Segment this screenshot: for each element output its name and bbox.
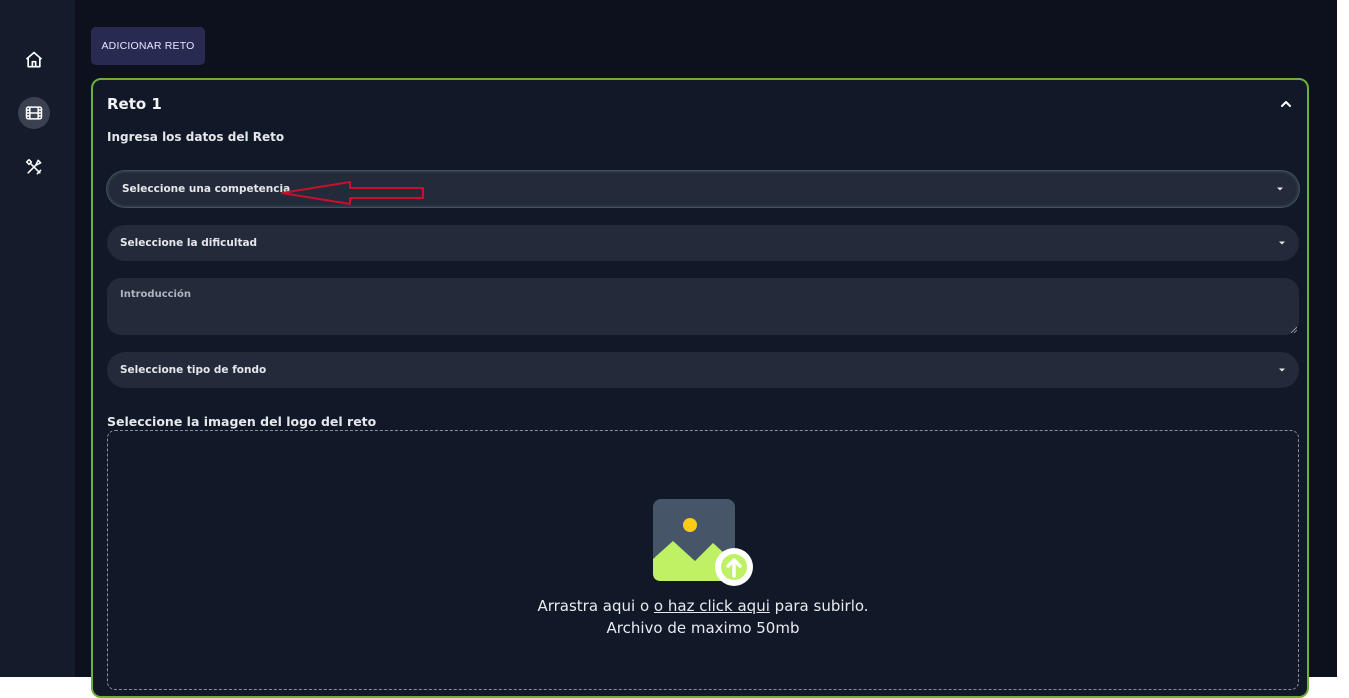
sidebar-item-tools[interactable] [18, 151, 50, 183]
difficulty-select-label: Seleccione la dificultad [120, 237, 258, 249]
difficulty-select[interactable]: Seleccione la dificultad [107, 225, 1299, 261]
resize-handle-icon[interactable] [1291, 327, 1297, 333]
logo-dropzone[interactable]: Arrastra aqui o o haz click aqui para su… [107, 430, 1299, 690]
dropzone-text-before: Arrastra aqui o [537, 597, 650, 615]
background-type-select-label: Seleccione tipo de fondo [120, 364, 267, 376]
app-window: ADICIONAR RETO Reto 1 Ingresa los datos … [0, 0, 1337, 698]
background-type-select[interactable]: Seleccione tipo de fondo [107, 352, 1299, 388]
caret-down-icon [1277, 187, 1283, 191]
intro-textarea[interactable]: Introducción [107, 278, 1299, 335]
dropzone-text: Arrastra aqui o o haz click aqui para su… [108, 595, 1298, 639]
intro-placeholder: Introducción [120, 289, 191, 300]
challenge-title: Reto 1 [107, 95, 162, 113]
dropzone-size-limit: Archivo de maximo 50mb [606, 619, 800, 637]
home-icon [25, 51, 43, 68]
challenge-card: Reto 1 Ingresa los datos del Reto Selecc… [91, 78, 1309, 698]
dropzone-browse-link[interactable]: o haz click aqui [654, 597, 770, 615]
dropzone-text-after: para subirlo. [774, 597, 869, 615]
image-upload-icon [653, 499, 753, 586]
logo-upload-label: Seleccione la imagen del logo del reto [107, 414, 377, 429]
chevron-up-icon[interactable] [1279, 97, 1293, 111]
film-icon [25, 106, 43, 120]
caret-down-icon [1279, 241, 1285, 245]
sidebar-item-challenges[interactable] [18, 97, 50, 129]
add-challenge-button[interactable]: ADICIONAR RETO [91, 27, 205, 65]
annotation-arrow-icon [281, 181, 424, 205]
competition-select-label: Seleccione una competencia [122, 183, 291, 195]
sidebar-item-home[interactable] [18, 44, 50, 76]
sidebar [0, 0, 75, 677]
tools-icon [25, 158, 42, 175]
challenge-subtitle: Ingresa los datos del Reto [107, 130, 285, 144]
caret-down-icon [1279, 368, 1285, 372]
